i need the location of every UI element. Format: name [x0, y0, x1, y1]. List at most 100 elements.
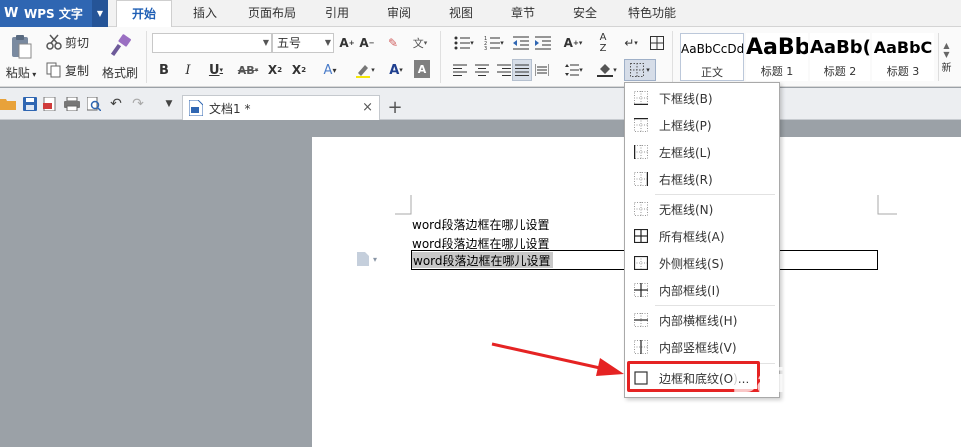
- tab-page-layout[interactable]: 页面布局: [240, 0, 304, 27]
- style-heading-2[interactable]: AaBb( 标题 2: [810, 33, 870, 81]
- subscript-icon[interactable]: X2: [290, 60, 308, 80]
- tab-review[interactable]: 审阅: [374, 0, 424, 27]
- cut-button[interactable]: 剪切: [46, 32, 89, 52]
- underline-icon[interactable]: U ▾: [204, 60, 228, 80]
- shrink-font-icon[interactable]: A −: [358, 33, 376, 53]
- divider: [672, 31, 673, 83]
- svg-text:3: 3: [484, 46, 487, 50]
- bold-icon[interactable]: B: [156, 60, 172, 80]
- style-normal[interactable]: AaBbCcDd 正文: [680, 33, 744, 81]
- tab-special-features[interactable]: 特色功能: [620, 0, 684, 27]
- menu-item-border-inside-vertical[interactable]: 内部竖框线(V): [626, 334, 778, 361]
- copy-icon: [46, 62, 61, 78]
- distributed-icon[interactable]: [534, 61, 550, 79]
- strikethrough-icon[interactable]: AB ▾: [234, 60, 262, 80]
- menu-item-border-all[interactable]: 所有框线(A): [626, 223, 778, 250]
- tab-insert[interactable]: 插入: [178, 0, 232, 27]
- numbering-icon[interactable]: 1 2 3 ▾: [480, 33, 508, 53]
- align-center-icon[interactable]: [474, 61, 490, 79]
- font-size-combo[interactable]: 五号 ▼: [272, 33, 334, 53]
- menu-item-border-outside[interactable]: 外侧框线(S): [626, 250, 778, 277]
- chevron-down-icon: ▼: [324, 38, 331, 47]
- format-painter-button[interactable]: 格式刷: [100, 31, 140, 83]
- tab-home[interactable]: 开始: [116, 0, 172, 28]
- italic-icon[interactable]: I: [180, 60, 196, 80]
- font-color-icon[interactable]: A ▾: [384, 60, 408, 80]
- pdf-icon: [43, 97, 56, 111]
- decrease-indent-icon[interactable]: [512, 33, 530, 53]
- document-icon: [189, 100, 203, 116]
- change-case-icon[interactable]: A + ▾: [560, 33, 586, 53]
- copy-button[interactable]: 复制: [46, 60, 89, 80]
- tab-section[interactable]: 章节: [498, 0, 548, 27]
- menu-item-border-none[interactable]: 无框线(N): [626, 196, 778, 223]
- folder-icon: [0, 99, 16, 110]
- tab-security[interactable]: 安全: [560, 0, 610, 27]
- line-spacing-lines-icon: [565, 64, 580, 76]
- menu-item-border-inside-horizontal[interactable]: 内部横框线(H): [626, 307, 778, 334]
- border-grid-icon: [630, 63, 645, 77]
- chevron-up-icon: ▲: [943, 40, 950, 50]
- menu-item-border-top[interactable]: 上框线(P): [626, 112, 778, 139]
- ribbon: 粘贴 ▾ 剪切 复制 格式刷 ▼ 五号 ▼ A + A − ✎ 文 ▾ B I U ▾ …: [0, 27, 961, 87]
- print-icon[interactable]: [64, 96, 80, 112]
- bullets-icon[interactable]: ▾: [450, 33, 478, 53]
- document-tab-title: 文档1 *: [209, 101, 251, 116]
- justify-icon[interactable]: [512, 59, 532, 81]
- menu-item-border-left[interactable]: 左框线(L): [626, 139, 778, 166]
- text-effects-icon[interactable]: A ▾: [320, 60, 340, 80]
- chevron-down-icon[interactable]: ▼: [92, 0, 108, 27]
- align-right-lines-icon: [497, 64, 511, 76]
- style-sample: AaBbC: [873, 38, 933, 57]
- line-spacing-icon[interactable]: ▾: [562, 61, 586, 79]
- export-pdf-icon[interactable]: [42, 96, 58, 112]
- clear-format-icon[interactable]: ✎: [384, 33, 402, 53]
- paragraph-line[interactable]: word段落边框在哪儿设置: [412, 216, 550, 233]
- style-name: 正文: [701, 66, 723, 79]
- highlighter-icon[interactable]: ▾: [352, 60, 378, 80]
- menu-item-border-bottom[interactable]: 下框线(B): [626, 85, 778, 112]
- show-marks-icon[interactable]: ↵ ▾: [620, 33, 642, 53]
- numbered-list-icon: 123: [484, 36, 501, 50]
- undo-icon[interactable]: ↶: [108, 96, 124, 112]
- border-none-icon: [634, 202, 648, 216]
- save-icon[interactable]: [22, 96, 38, 112]
- align-right-icon[interactable]: [496, 61, 512, 79]
- document-tab[interactable]: 文档1 * ×: [182, 95, 380, 120]
- tab-view[interactable]: 视图: [436, 0, 486, 27]
- styles-scroll[interactable]: ▲ ▼ 新: [938, 33, 954, 81]
- paste-button[interactable]: 粘贴 ▾: [4, 31, 38, 83]
- style-sample: AaBb: [746, 35, 808, 60]
- char-shading-icon[interactable]: A: [414, 60, 430, 78]
- increase-indent-icon[interactable]: [534, 33, 552, 53]
- open-folder-icon[interactable]: [0, 96, 16, 112]
- new-tab-icon[interactable]: +: [386, 97, 404, 118]
- print-preview-icon[interactable]: [86, 96, 102, 112]
- menu-item-border-inside[interactable]: 内部框线(I): [626, 277, 778, 304]
- borders-button[interactable]: ▾: [624, 59, 656, 81]
- paragraph-layout-icon[interactable]: ▾: [352, 251, 382, 267]
- superscript-icon[interactable]: X2: [266, 60, 284, 80]
- sort-icon[interactable]: AZ: [594, 32, 612, 54]
- crop-mark-top-left: [395, 195, 412, 215]
- table-icon[interactable]: [648, 33, 666, 53]
- crop-mark-top-right: [877, 195, 897, 215]
- style-heading-3[interactable]: AaBbC 标题 3: [872, 33, 934, 81]
- close-icon[interactable]: ×: [362, 100, 373, 115]
- app-menu-button[interactable]: W WPS 文字 ▼: [0, 0, 108, 27]
- customize-toolbar-icon[interactable]: ▼: [162, 96, 176, 112]
- font-name-combo[interactable]: ▼: [152, 33, 272, 53]
- watermark-product: 经验: [868, 372, 928, 407]
- style-name: 标题 3: [886, 65, 920, 78]
- menu-item-border-right[interactable]: 右框线(R): [626, 166, 778, 193]
- chevron-down-icon: ▼: [943, 49, 950, 59]
- align-left-icon[interactable]: [452, 61, 468, 79]
- border-inside-vertical-icon: [634, 340, 648, 354]
- phonetic-guide-icon[interactable]: 文 ▾: [408, 33, 432, 53]
- grow-font-icon[interactable]: A +: [338, 33, 356, 53]
- shading-icon[interactable]: ▾: [594, 61, 620, 79]
- grid-icon: [650, 36, 664, 50]
- redo-icon[interactable]: ↷: [130, 96, 146, 112]
- style-heading-1[interactable]: AaBb 标题 1: [746, 33, 808, 81]
- tab-references[interactable]: 引用: [312, 0, 362, 27]
